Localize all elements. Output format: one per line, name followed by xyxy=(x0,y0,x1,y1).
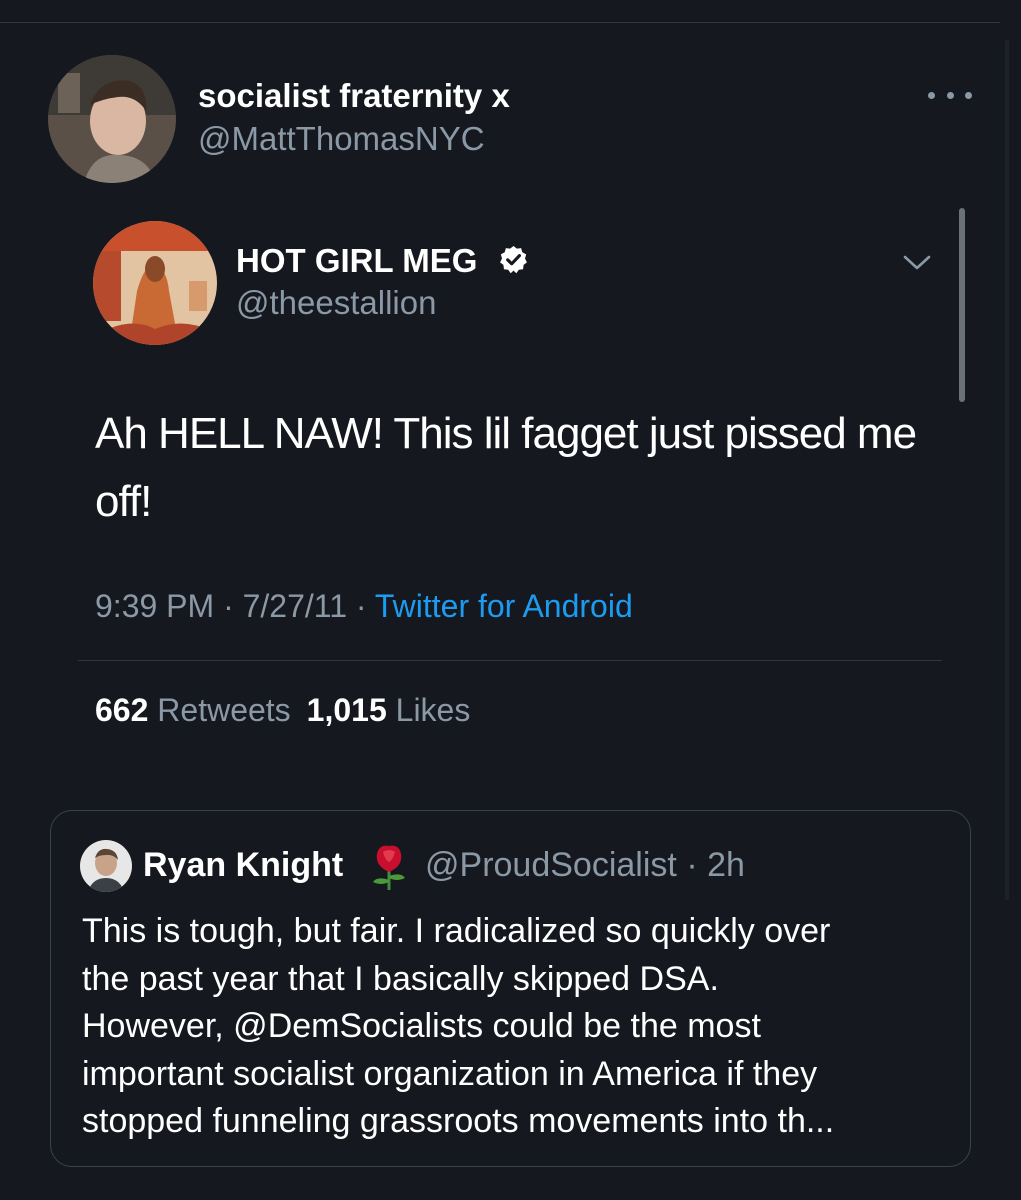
rose-icon xyxy=(373,845,405,890)
likes-stat[interactable]: 1,015 Likes xyxy=(307,692,471,728)
tweet-source-link[interactable]: Twitter for Android xyxy=(375,588,633,624)
quoted-author-avatar[interactable] xyxy=(80,840,132,892)
embedded-author-display-name[interactable]: HOT GIRL MEG xyxy=(236,242,477,280)
verified-icon xyxy=(500,245,527,274)
retweets-label: Retweets xyxy=(157,692,291,728)
tweet-time[interactable]: 9:39 PM xyxy=(95,588,214,624)
author-avatar[interactable] xyxy=(48,55,176,183)
quoted-author-handle[interactable]: @ProudSocialist · 2h xyxy=(425,846,745,885)
more-dot xyxy=(965,91,972,99)
quoted-text-line: important socialist organization in Amer… xyxy=(82,1054,818,1093)
author-handle[interactable]: @MattThomasNYC xyxy=(198,120,485,158)
meta-separator: · xyxy=(223,588,234,624)
more-dot xyxy=(946,91,954,99)
embedded-author-handle[interactable]: @theestallion xyxy=(236,284,436,322)
stats-divider xyxy=(78,660,942,661)
tweet-text: Ah HELL NAW! This lil fagget just pissed… xyxy=(95,409,917,526)
tweet-stats: 662 Retweets 1,015 Likes xyxy=(95,692,470,729)
quoted-time-ago: 2h xyxy=(707,846,745,884)
more-icon[interactable] xyxy=(928,82,972,108)
author-display-name[interactable]: socialist fraternity x xyxy=(198,77,510,115)
quoted-author-display-name[interactable]: Ryan Knight xyxy=(143,846,343,885)
quoted-handle-text: @ProudSocialist xyxy=(425,846,677,884)
chevron-down-icon[interactable] xyxy=(902,252,932,274)
scrollbar-thumb[interactable] xyxy=(959,208,965,402)
embedded-author-avatar[interactable] xyxy=(93,221,217,345)
retweets-stat[interactable]: 662 Retweets xyxy=(95,692,291,728)
meta-separator: · xyxy=(355,588,367,624)
meta-separator: · xyxy=(686,846,698,884)
more-dot xyxy=(928,91,935,99)
quoted-text-line: This is tough, but fair. I radicalized s… xyxy=(82,912,831,950)
quoted-text-line: However, @DemSocialists could be the mos… xyxy=(82,1007,761,1045)
quoted-tweet-text: This is tough, but fair. I radicalized s… xyxy=(82,908,962,1146)
likes-count: 1,015 xyxy=(306,692,387,728)
likes-label: Likes xyxy=(395,692,471,728)
quoted-text-line: stopped funneling grassroots movements i… xyxy=(82,1102,835,1140)
tweet-meta: 9:39 PM · 7/27/11 · Twitter for Android xyxy=(95,588,633,625)
top-divider xyxy=(0,22,1000,23)
page-scroll-track xyxy=(1005,40,1009,900)
retweets-count: 662 xyxy=(95,692,149,728)
tweet-date[interactable]: 7/27/11 xyxy=(243,588,347,624)
quoted-text-line: the past year that I basically skipped D… xyxy=(82,959,719,998)
